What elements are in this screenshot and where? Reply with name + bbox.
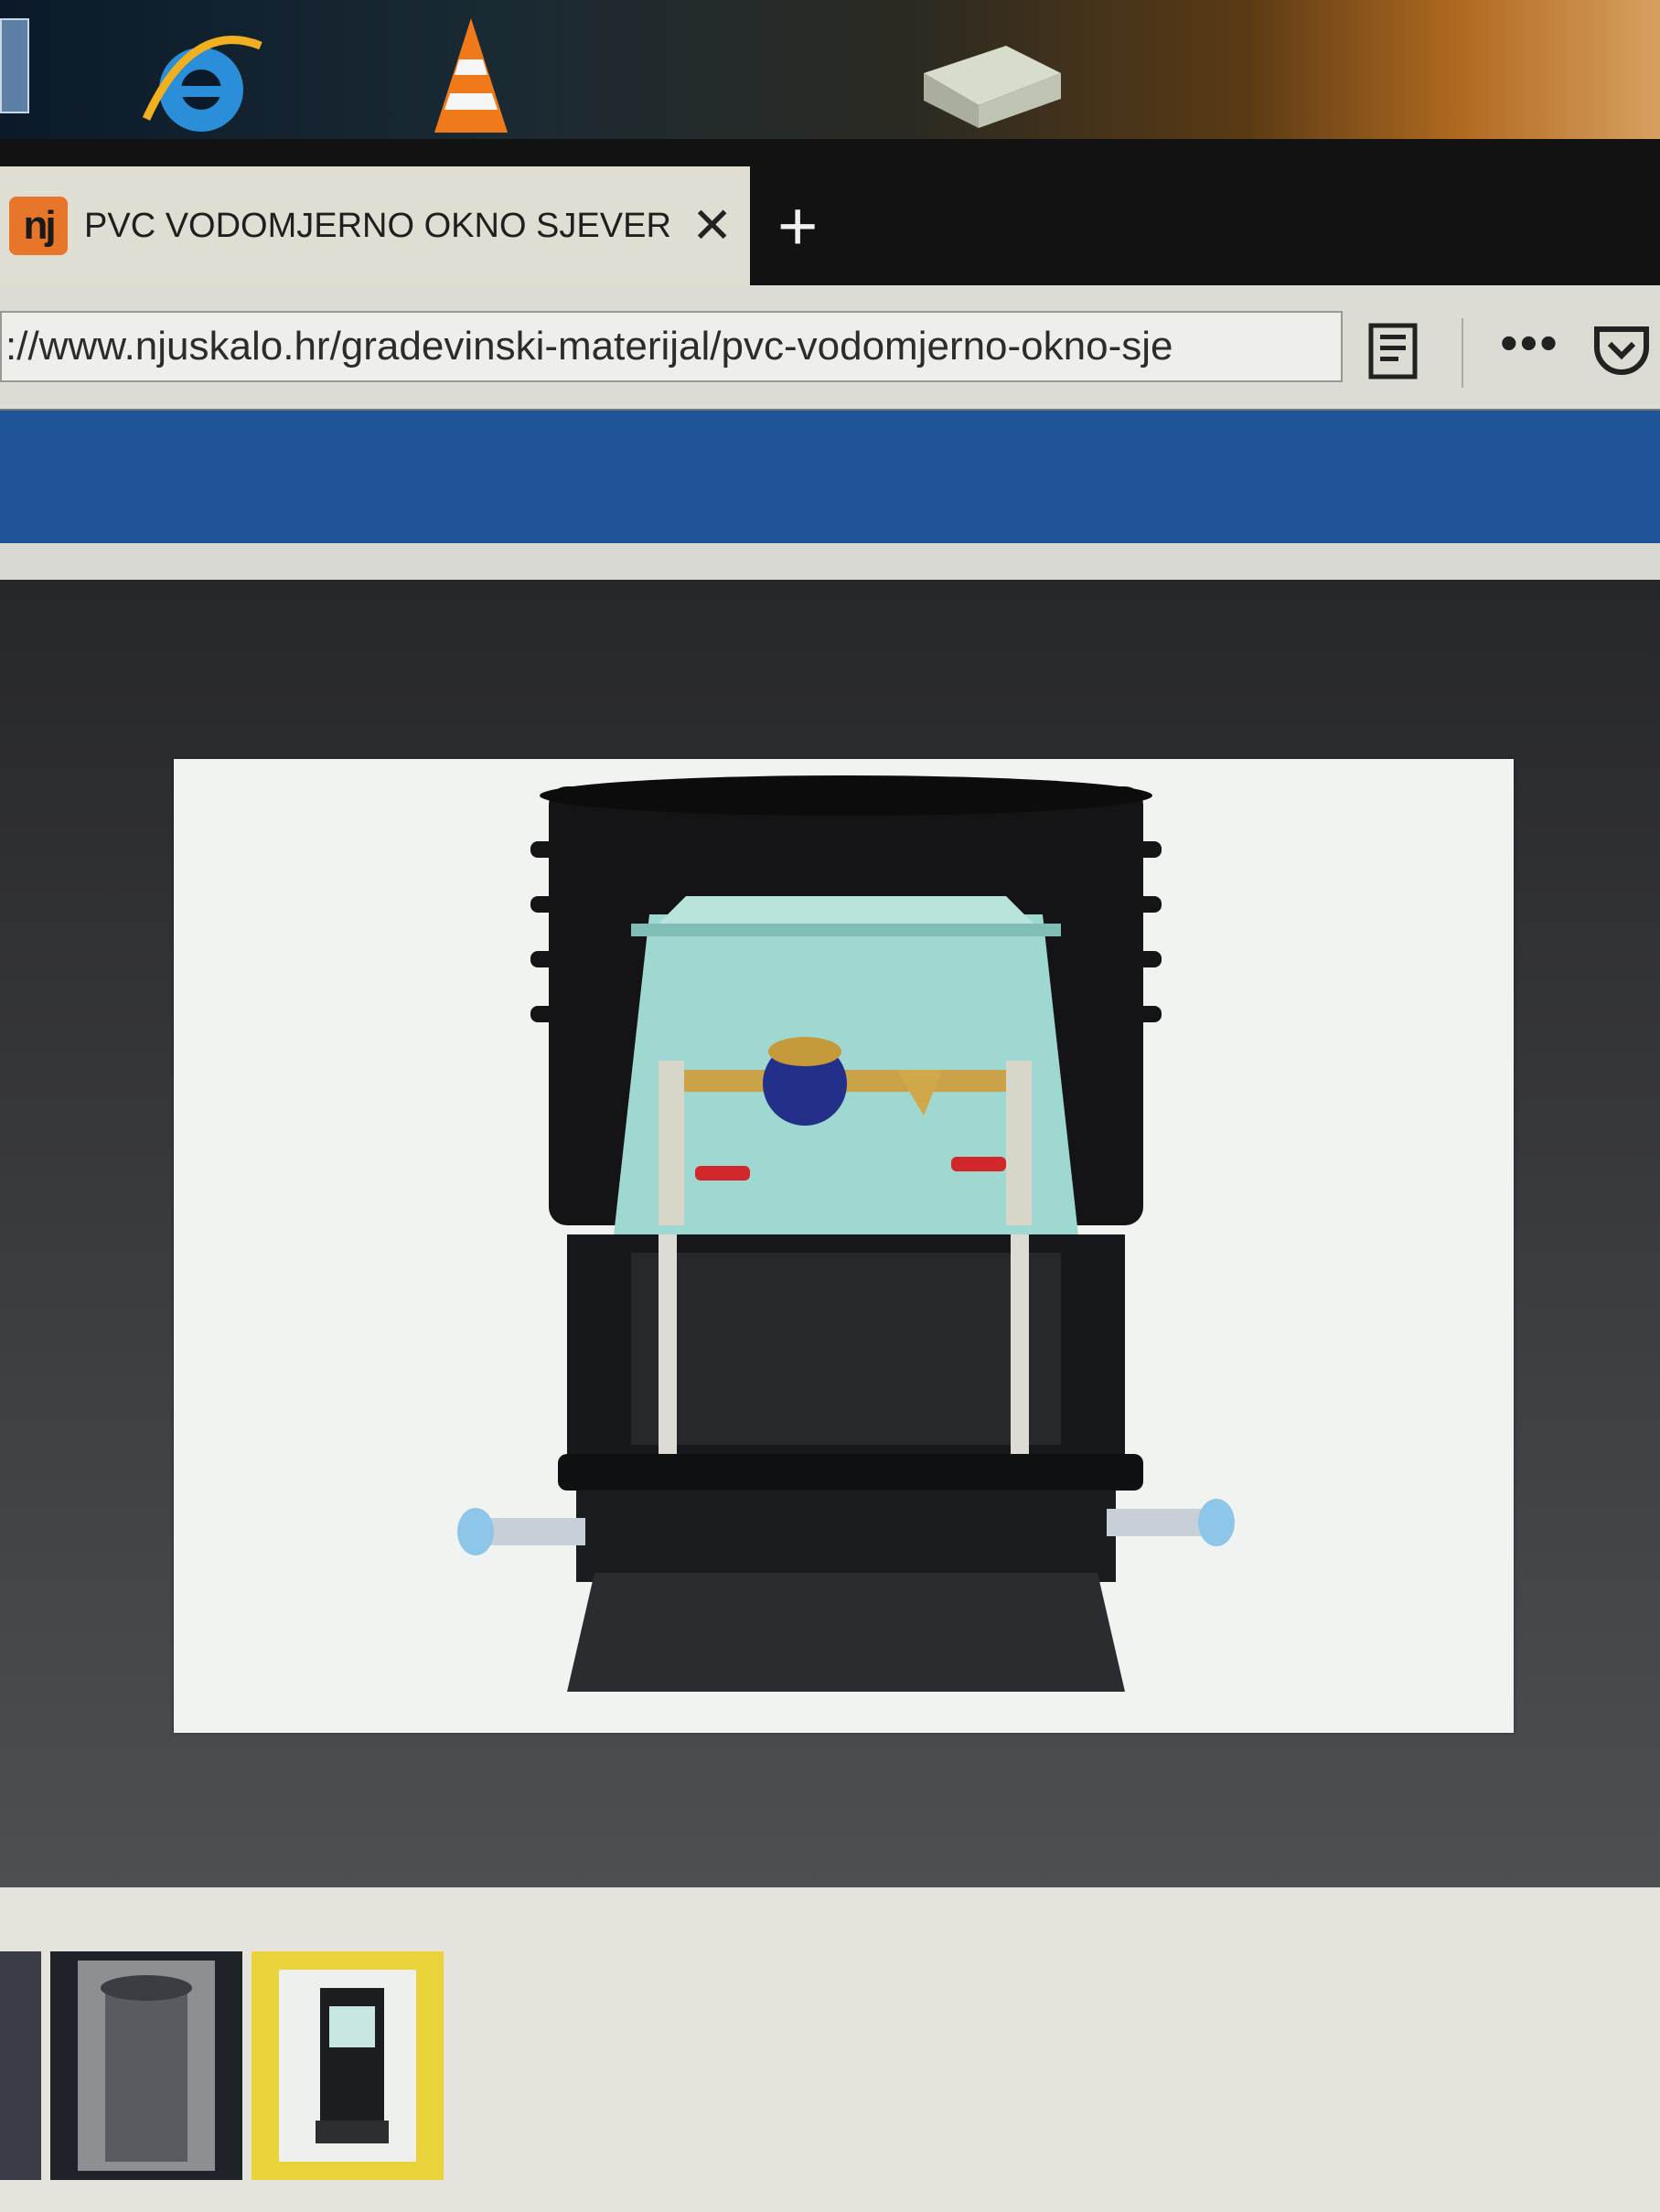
thumbnail-3-selected[interactable] (252, 1951, 444, 2180)
site-subheader (0, 543, 1660, 580)
thumbnail-2[interactable] (50, 1951, 242, 2180)
reader-view-icon[interactable] (1367, 322, 1419, 380)
close-tab-icon[interactable]: ✕ (691, 201, 733, 251)
internet-explorer-icon[interactable] (137, 18, 265, 146)
desktop-background (0, 0, 1660, 139)
tab-title: PVC VODOMJERNO OKNO SJEVER (84, 206, 671, 245)
thumbnail-strip (0, 1887, 1660, 2212)
site-header-bar (0, 411, 1660, 543)
new-tab-button[interactable]: + (777, 192, 818, 262)
address-bar-row: ://www.njuskalo.hr/gradevinski-materijal… (0, 285, 1660, 411)
tab-active[interactable]: nj PVC VODOMJERNO OKNO SJEVER ✕ (0, 166, 750, 285)
thumbnail-3-image (279, 1970, 416, 2162)
more-menu-icon[interactable]: ••• (1500, 313, 1559, 372)
tab-bar: nj PVC VODOMJERNO OKNO SJEVER ✕ + (0, 139, 1660, 285)
toolbar-divider (1462, 318, 1463, 388)
url-field[interactable]: ://www.njuskalo.hr/gradevinski-materijal… (0, 311, 1343, 382)
package-icon[interactable] (905, 18, 1070, 128)
njuskalo-favicon-icon: nj (9, 197, 68, 255)
vlc-icon[interactable] (430, 18, 512, 137)
folder-icon[interactable] (0, 18, 29, 113)
water-meter-shaft-photo[interactable] (174, 759, 1514, 1733)
pocket-icon[interactable] (1591, 320, 1652, 380)
thumbnail-1[interactable] (0, 1951, 41, 2180)
